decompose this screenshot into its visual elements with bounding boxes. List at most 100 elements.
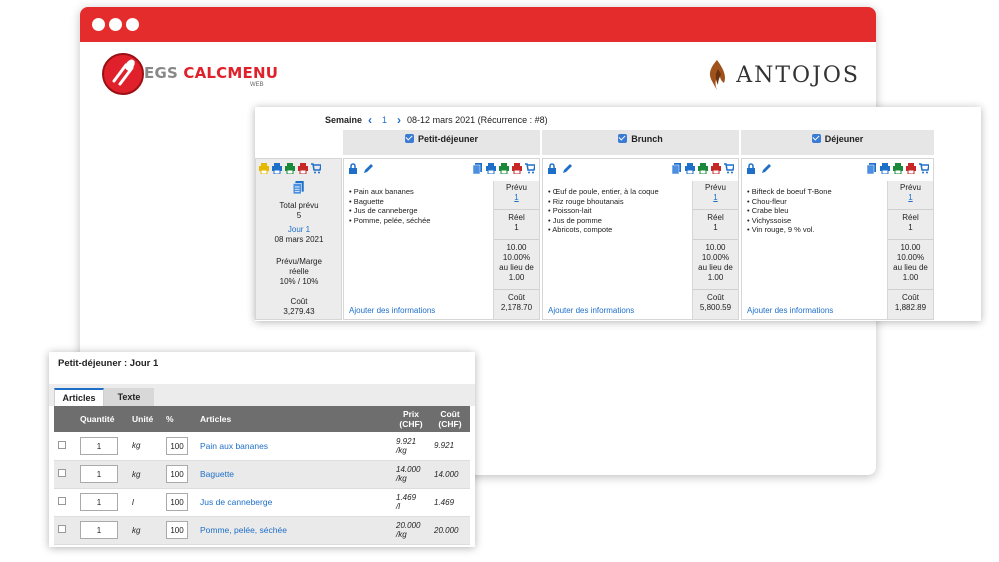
- week-range: 08-12 mars 2021 (Récurrence : #8): [407, 115, 548, 125]
- meal-item: Vichyssoise: [747, 216, 832, 226]
- document-icon[interactable]: [672, 163, 682, 174]
- lock-icon[interactable]: [348, 163, 358, 174]
- planned-value-link[interactable]: 1: [693, 193, 738, 203]
- meal-item: Bifteck de boeuf T-Bone: [747, 187, 832, 197]
- row-checkbox[interactable]: [58, 525, 66, 533]
- tab-articles[interactable]: Articles: [54, 388, 104, 406]
- detail-title: Petit-déjeuner : Jour 1: [58, 358, 159, 369]
- cart-icon[interactable]: [724, 163, 734, 174]
- edit-pencil-icon[interactable]: [562, 163, 572, 174]
- meal-detail-panel: Petit-déjeuner : Jour 1 Articles Texte Q…: [49, 352, 475, 547]
- day-info: Jour 1 08 mars 2021: [256, 225, 342, 245]
- meal-column-petit-dejeuner: Pain aux bananes Baguette Jus de cannebe…: [343, 158, 540, 320]
- app-subtitle: WEB: [250, 82, 264, 88]
- meal-checkbox[interactable]: [811, 134, 821, 143]
- chevron-left-icon[interactable]: ‹: [368, 113, 372, 127]
- price-figure: 10.00: [888, 239, 933, 253]
- window-dot-icon[interactable]: [109, 18, 122, 31]
- price-value: 9.921: [396, 436, 417, 446]
- column-header-articles[interactable]: Articles: [196, 406, 392, 432]
- meal-header-brunch[interactable]: Brunch: [542, 130, 739, 155]
- percent-input[interactable]: 100: [166, 521, 188, 539]
- total-cost: Coût 3,279.43: [256, 297, 342, 317]
- price-figure: 10.00: [494, 239, 539, 253]
- total-planned-value: 5: [296, 211, 302, 220]
- table-row: 1 kg 100 Baguette 14.000/kg 14.000: [54, 460, 470, 489]
- edit-pencil-icon[interactable]: [761, 163, 771, 174]
- row-checkbox[interactable]: [58, 440, 66, 449]
- print-blue-icon[interactable]: [880, 163, 890, 174]
- select-column-header: [54, 406, 76, 432]
- print-red-icon[interactable]: [906, 163, 916, 174]
- percent-input[interactable]: 100: [166, 493, 188, 511]
- planned-label: Prévu: [705, 183, 726, 192]
- chevron-right-icon[interactable]: ›: [397, 113, 401, 127]
- add-info-link[interactable]: Ajouter des informations: [747, 306, 833, 315]
- document-icon[interactable]: [293, 181, 305, 194]
- print-red-icon[interactable]: [298, 163, 308, 174]
- row-checkbox[interactable]: [58, 497, 66, 505]
- column-header-quantity[interactable]: Quantité: [76, 406, 128, 432]
- lock-icon[interactable]: [746, 163, 756, 174]
- meal-item: Chou-fleur: [747, 197, 832, 207]
- meal-checkbox[interactable]: [404, 134, 414, 143]
- cart-icon[interactable]: [919, 163, 929, 174]
- quantity-input[interactable]: 1: [80, 436, 118, 455]
- article-link[interactable]: Pomme, pelée, séchée: [196, 516, 392, 545]
- day-summary-column: Total prévu 5 Jour 1 08 mars 2021 Prévu/…: [255, 158, 342, 320]
- column-header-unit[interactable]: Unité: [128, 406, 162, 432]
- cart-icon[interactable]: [525, 163, 535, 174]
- week-navigator: Semaine ‹ 1 › 08-12 mars 2021 (Récurrenc…: [325, 113, 548, 127]
- planned-label: Prévu: [506, 183, 527, 192]
- meal-tools-left: [348, 163, 373, 174]
- document-icon[interactable]: [867, 163, 877, 174]
- print-blue-icon[interactable]: [685, 163, 695, 174]
- app-name-part: EGS: [144, 64, 178, 82]
- table-row: 1 kg 100 Pomme, pelée, séchée 20.000/kg …: [54, 516, 470, 545]
- row-checkbox[interactable]: [58, 469, 66, 477]
- article-link[interactable]: Jus de canneberge: [196, 488, 392, 517]
- add-info-link[interactable]: Ajouter des informations: [349, 306, 435, 315]
- column-header-cost[interactable]: Coût (CHF): [430, 406, 470, 432]
- lock-icon[interactable]: [547, 163, 557, 174]
- planned-value-link[interactable]: 1: [494, 193, 539, 203]
- cart-icon[interactable]: [311, 163, 321, 174]
- print-green-icon[interactable]: [893, 163, 903, 174]
- meal-header-dejeuner[interactable]: Déjeuner: [741, 130, 934, 155]
- percent-input[interactable]: 100: [166, 465, 188, 483]
- quantity-input[interactable]: 1: [80, 521, 118, 539]
- meal-name: Déjeuner: [824, 134, 864, 144]
- window-dot-icon[interactable]: [92, 18, 105, 31]
- meal-checkbox[interactable]: [618, 134, 628, 143]
- cost-label: Coût: [888, 289, 933, 303]
- print-green-icon[interactable]: [285, 163, 295, 174]
- cost-value: 5,800.59: [699, 303, 732, 312]
- edit-pencil-icon[interactable]: [363, 163, 373, 174]
- print-red-icon[interactable]: [512, 163, 522, 174]
- window-dot-icon[interactable]: [126, 18, 139, 31]
- header-text: Coût: [440, 409, 460, 419]
- print-red-icon[interactable]: [711, 163, 721, 174]
- meal-item-list: Bifteck de boeuf T-Bone Chou-fleur Crabe…: [747, 187, 832, 235]
- document-icon[interactable]: [473, 163, 483, 174]
- week-number-link[interactable]: 1: [378, 115, 391, 125]
- print-blue-icon[interactable]: [486, 163, 496, 174]
- add-info-link[interactable]: Ajouter des informations: [548, 306, 634, 315]
- article-link[interactable]: Baguette: [196, 460, 392, 489]
- print-yellow-icon[interactable]: [259, 163, 269, 174]
- print-green-icon[interactable]: [499, 163, 509, 174]
- percent-input[interactable]: 100: [166, 436, 188, 455]
- day-link[interactable]: Jour 1: [256, 225, 342, 235]
- print-blue-icon[interactable]: [272, 163, 282, 174]
- quantity-input[interactable]: 1: [80, 493, 118, 511]
- planned-value-link[interactable]: 1: [888, 193, 933, 203]
- article-link[interactable]: Pain aux bananes: [196, 432, 392, 461]
- print-green-icon[interactable]: [698, 163, 708, 174]
- meal-item: Pain aux bananes: [349, 187, 430, 197]
- column-header-price[interactable]: Prix (CHF): [392, 406, 430, 432]
- quantity-input[interactable]: 1: [80, 465, 118, 483]
- column-header-percent[interactable]: %: [162, 406, 196, 432]
- meal-header-petit-dejeuner[interactable]: Petit-déjeuner: [343, 130, 540, 155]
- actual-label: Réel: [693, 209, 738, 223]
- tab-texte[interactable]: Texte: [104, 388, 154, 406]
